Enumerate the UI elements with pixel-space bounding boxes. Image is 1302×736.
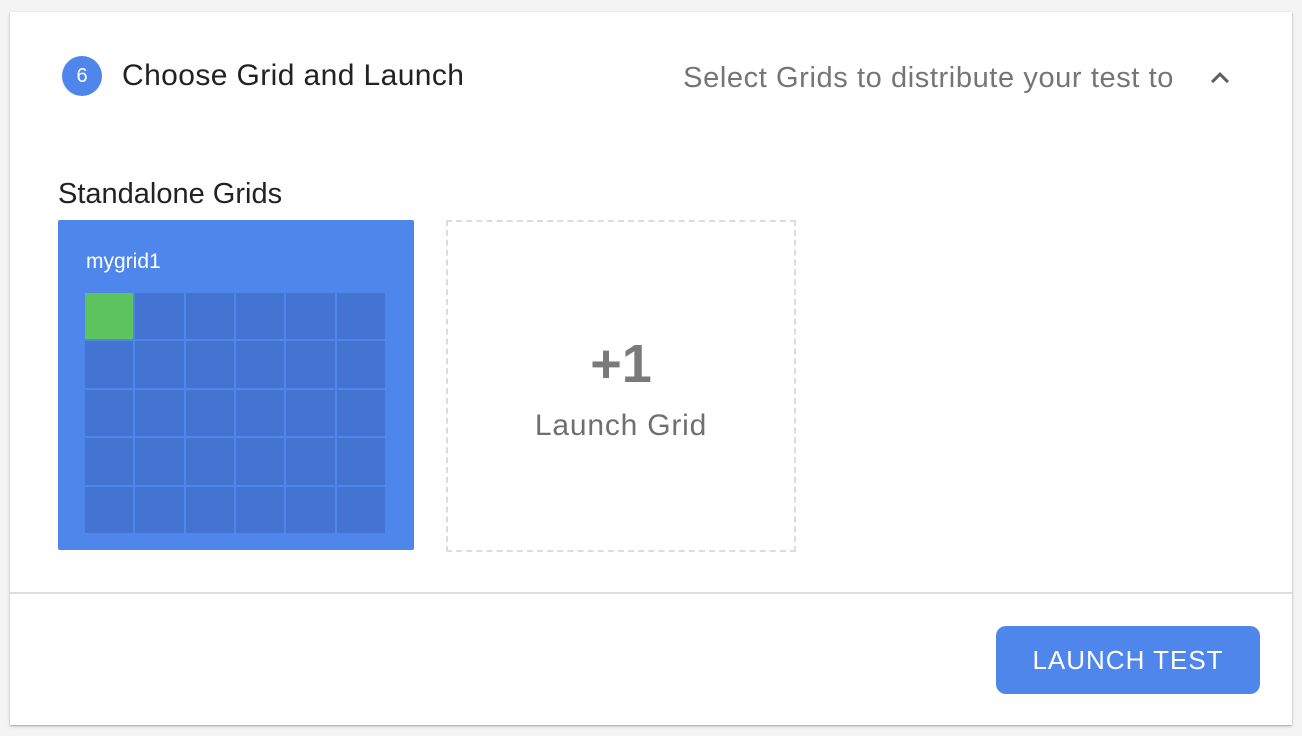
step-title: Choose Grid and Launch (122, 59, 465, 92)
grid-name: mygrid1 (86, 250, 161, 273)
grid-node (286, 341, 335, 388)
grid-node (336, 293, 385, 340)
step-number-badge: 6 (62, 56, 102, 96)
grid-node (135, 486, 184, 533)
launch-test-button[interactable]: LAUNCH TEST (996, 626, 1260, 694)
grid-node (286, 438, 335, 485)
grid-node (286, 486, 335, 533)
grid-node (336, 438, 385, 485)
grid-node (85, 389, 134, 437)
grid-node (336, 389, 385, 437)
grid-node (185, 293, 234, 340)
grid-node (85, 438, 134, 485)
grid-node (286, 293, 335, 340)
grid-node (185, 438, 234, 485)
step-card: 6 Choose Grid and Launch Select Grids to… (10, 12, 1292, 725)
grid-node (135, 293, 184, 340)
launch-grid-count: +1 (590, 334, 652, 394)
launch-grid-button[interactable]: +1 Launch Grid (446, 220, 796, 552)
grid-node (185, 486, 234, 533)
grid-node (135, 341, 184, 388)
grid-node (185, 389, 234, 437)
grid-node-active (85, 293, 134, 340)
grid-node (336, 341, 385, 388)
section-title: Standalone Grids (58, 178, 283, 210)
grid-card-mygrid1[interactable]: mygrid1 (58, 220, 414, 550)
grid-node (235, 341, 285, 388)
grid-node (235, 389, 285, 437)
chevron-up-icon (1211, 72, 1229, 84)
grid-node (185, 341, 234, 388)
grid-node (235, 486, 285, 533)
collapse-button[interactable] (1202, 60, 1238, 96)
grid-node (336, 486, 385, 533)
grid-node (286, 389, 335, 437)
step-subtitle: Select Grids to distribute your test to (683, 62, 1174, 94)
grid-node (85, 341, 134, 388)
divider (10, 592, 1292, 594)
grid-node (235, 293, 285, 340)
launch-grid-label: Launch Grid (534, 409, 708, 442)
step-header[interactable]: 6 Choose Grid and Launch Select Grids to… (10, 12, 1292, 140)
grid-node (235, 438, 285, 485)
grid-node (85, 486, 134, 533)
grid-node-matrix (85, 293, 385, 533)
grid-node (135, 389, 184, 437)
grid-node (135, 438, 184, 485)
